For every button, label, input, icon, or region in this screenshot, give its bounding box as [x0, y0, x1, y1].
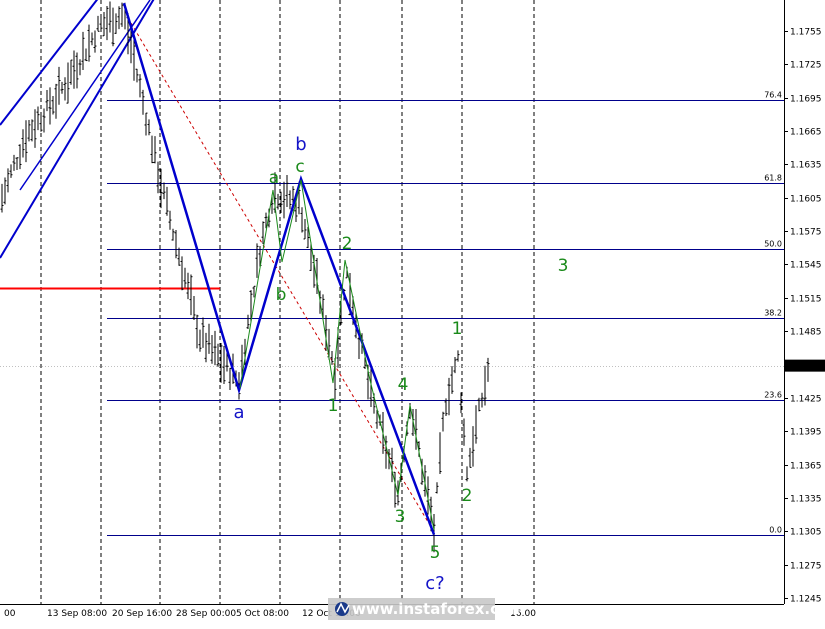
wave-label-green: 3 — [558, 256, 569, 276]
wave-label-green: 3 — [395, 507, 406, 527]
y-axis: 1.1755 1.1725 1.1695 1.1665 1.1635 1.1605 1.15… — [784, 0, 825, 625]
y-tick-label: 1.1425 — [790, 395, 822, 405]
fib-level-label-38.2: 38.2 — [764, 309, 782, 318]
current-price-label: 1.1454 — [790, 362, 822, 372]
wave-label-green: a — [269, 168, 279, 188]
y-tick-label: 1.1275 — [790, 562, 822, 572]
y-tick-label: 1.1485 — [790, 328, 822, 338]
watermark: www.instaforex.com — [328, 598, 525, 620]
wave-label-blue: c? — [425, 573, 444, 594]
y-tick-label: 1.1395 — [790, 428, 822, 438]
fib-level-label-76.4: 76.4 — [764, 91, 782, 100]
y-tick-label: 1.1755 — [790, 28, 822, 38]
y-tick-label: 1.1575 — [790, 228, 822, 238]
chart-background — [0, 0, 825, 625]
y-tick-label: 1.1665 — [790, 128, 822, 138]
y-tick-label: 1.1305 — [790, 528, 822, 538]
wave-label-green: 2 — [462, 486, 473, 506]
wave-label-blue: a — [233, 402, 244, 423]
price-chart: 76.4 61.8 50.0 38.2 23.6 0.0 a c b 2 1 4 3 5 1 2 3 b a c? … — [0, 0, 825, 625]
y-tick-label: 1.1635 — [790, 161, 822, 171]
x-tick-label: 13 Sep 08:00 — [47, 609, 107, 619]
y-tick-label: 1.1695 — [790, 95, 822, 105]
fib-level-label-23.6: 23.6 — [764, 391, 782, 400]
wave-label-green: 2 — [342, 234, 353, 254]
wave-label-green: 1 — [452, 319, 463, 339]
y-tick-label: 1.1245 — [790, 595, 822, 605]
y-tick-label: 1.1515 — [790, 295, 822, 305]
y-tick-label: 1.1605 — [790, 195, 822, 205]
fib-level-label-0.0: 0.0 — [769, 526, 782, 535]
wave-label-green: 4 — [398, 375, 409, 395]
y-tick-label: 1.1545 — [790, 261, 822, 271]
y-tick-label: 1.1365 — [790, 462, 822, 472]
x-tick-label: 00 — [4, 609, 16, 619]
wave-label-blue: b — [295, 134, 306, 155]
x-tick-label: 28 Sep 00:00 — [176, 609, 236, 619]
y-tick-label: 1.1335 — [790, 495, 822, 505]
fib-level-label-50.0: 50.0 — [764, 240, 782, 249]
fib-level-label-61.8: 61.8 — [764, 174, 782, 183]
y-tick-label: 1.1725 — [790, 61, 822, 71]
watermark-text: www.instaforex.com — [352, 600, 525, 618]
wave-label-green: b — [276, 285, 287, 305]
x-tick-label: 20 Sep 16:00 — [112, 609, 172, 619]
chart-svg: 76.461.850.038.223.60.0 acb21435123bac? … — [0, 0, 825, 625]
x-tick-label: 5 Oct 08:00 — [236, 609, 289, 619]
wave-label-green: 5 — [430, 543, 441, 563]
wave-label-green: c — [295, 157, 304, 177]
wave-label-green: 1 — [328, 396, 339, 416]
